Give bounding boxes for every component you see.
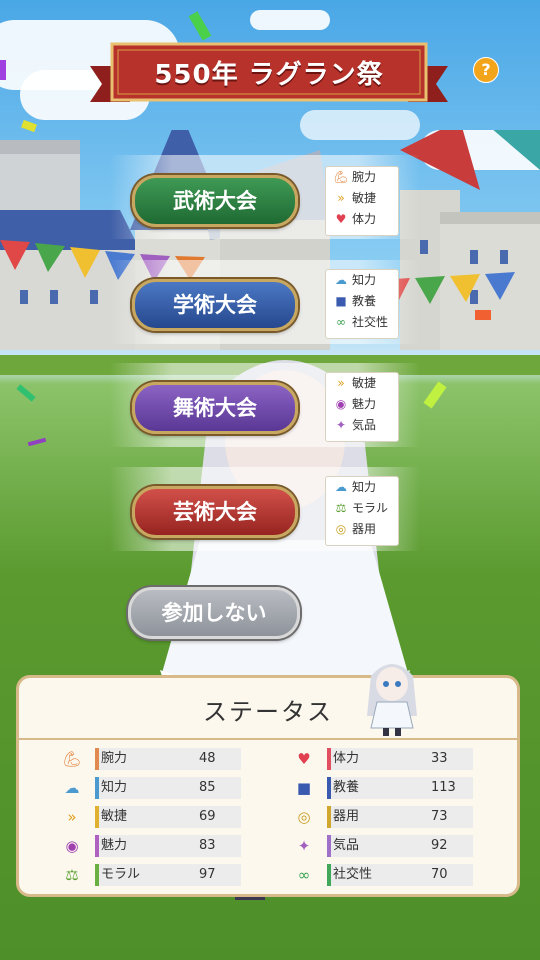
stat-row-strength: 💪︎ 腕力 48 <box>59 745 269 774</box>
art-contest-button[interactable]: 芸術大会 <box>132 486 298 538</box>
stat-label: 社交性 <box>333 867 373 882</box>
stat-value: 33 <box>431 751 448 766</box>
stat-value: 73 <box>431 809 448 824</box>
stat-row-charm: ◉ 魅力 83 <box>59 832 269 861</box>
stat-row-morality: ⚖ モラル 97 <box>59 861 269 890</box>
character-avatar <box>367 664 417 736</box>
scales-icon: ⚖ <box>65 866 79 884</box>
brain-icon: ☁ <box>64 779 80 797</box>
lips-icon: ◉ <box>335 397 347 411</box>
decline-button[interactable]: 参加しない <box>128 587 300 639</box>
attribute-label: 気品 <box>352 418 377 432</box>
heart-icon: ♥ <box>297 750 311 768</box>
stat-label: 体力 <box>333 751 360 766</box>
arm-icon: 💪︎ <box>333 170 349 184</box>
academic-contest-button[interactable]: 学術大会 <box>132 279 298 331</box>
attribute-label: 社交性 <box>352 315 389 329</box>
contest-attributes: ☁ 知力 ⚖ モラル ◎ 器用 <box>325 476 399 546</box>
confetti <box>188 11 212 41</box>
attribute-label: 知力 <box>352 480 377 494</box>
stat-label: 敏捷 <box>101 809 128 824</box>
stat-label: 気品 <box>333 838 360 853</box>
attribute-item: ∞ 社交性 <box>326 312 398 333</box>
page-title: 550年 ラグラン祭 <box>154 60 384 90</box>
stat-value: 48 <box>199 751 216 766</box>
cloud <box>250 10 330 30</box>
attribute-item: ☁ 知力 <box>326 477 398 498</box>
stat-label: モラル <box>101 867 141 882</box>
contest-attributes: 💪︎ 腕力 » 敏捷 ♥ 体力 <box>325 166 399 236</box>
stat-value: 92 <box>431 838 448 853</box>
target-icon: ◎ <box>335 522 347 536</box>
attribute-label: 敏捷 <box>352 376 377 390</box>
status-right-column: ♥ 体力 33 ■ 教養 113 ◎ 器用 73 ✦ 気品 92 ∞ 社交性 7… <box>291 745 501 890</box>
stat-row-intelligence: ☁ 知力 85 <box>59 774 269 803</box>
stat-row-culture: ■ 教養 113 <box>291 774 501 803</box>
attribute-item: » 敏捷 <box>326 373 398 394</box>
dance-contest-button[interactable]: 舞術大会 <box>132 382 298 434</box>
attribute-item: » 敏捷 <box>326 188 398 209</box>
handshake-icon: ∞ <box>297 866 311 884</box>
confetti <box>475 310 491 320</box>
attribute-item: ☁ 知力 <box>326 270 398 291</box>
target-icon: ◎ <box>297 808 311 826</box>
stat-label: 魅力 <box>101 838 128 853</box>
stat-label: 知力 <box>101 780 128 795</box>
attribute-item: ♥ 体力 <box>326 209 398 230</box>
stat-row-sociability: ∞ 社交性 70 <box>291 861 501 890</box>
stat-row-grace: ✦ 気品 92 <box>291 832 501 861</box>
status-left-column: 💪︎ 腕力 48 ☁ 知力 85 » 敏捷 69 ◉ 魅力 83 ⚖ モラル 9 <box>59 745 269 890</box>
attribute-label: 敏捷 <box>352 191 377 205</box>
stat-label: 教養 <box>333 780 360 795</box>
confetti <box>27 437 47 447</box>
attribute-item: ■ 教養 <box>326 291 398 312</box>
attribute-item: ◉ 魅力 <box>326 394 398 415</box>
brain-icon: ☁ <box>335 480 347 494</box>
heart-icon: ♥ <box>335 212 347 226</box>
stat-value: 83 <box>199 838 216 853</box>
sparkle-icon: ✦ <box>297 837 311 855</box>
contest-attributes: ☁ 知力 ■ 教養 ∞ 社交性 <box>325 269 399 339</box>
book-icon: ■ <box>335 294 347 308</box>
agility-icon: » <box>67 808 77 826</box>
status-title: ステータス <box>203 698 333 726</box>
martial-arts-contest-button[interactable]: 武術大会 <box>132 175 298 227</box>
scales-icon: ⚖ <box>335 501 347 515</box>
agility-icon: » <box>337 191 345 205</box>
contest-attributes: » 敏捷 ◉ 魅力 ✦ 気品 <box>325 372 399 442</box>
lips-icon: ◉ <box>65 837 79 855</box>
stat-value: 97 <box>199 867 216 882</box>
stat-value: 85 <box>199 780 216 795</box>
status-panel: ステータス 💪︎ 腕力 48 ☁ 知力 85 » 敏捷 69 ◉ 魅力 83 ⚖… <box>16 664 520 897</box>
stat-value: 113 <box>431 780 456 795</box>
stat-value: 69 <box>199 809 216 824</box>
attribute-label: 腕力 <box>352 170 377 184</box>
attribute-item: ✦ 気品 <box>326 415 398 436</box>
confetti <box>0 60 6 80</box>
attribute-label: モラル <box>352 501 389 515</box>
confetti <box>16 384 36 402</box>
brain-icon: ☁ <box>335 273 347 287</box>
help-button[interactable]: ? <box>473 57 499 83</box>
attribute-label: 体力 <box>352 212 377 226</box>
attribute-label: 器用 <box>352 522 377 536</box>
handshake-icon: ∞ <box>336 315 346 329</box>
agility-icon: » <box>337 376 345 390</box>
stat-label: 腕力 <box>101 751 128 766</box>
arm-icon: 💪︎ <box>62 750 82 768</box>
attribute-item: ⚖ モラル <box>326 498 398 519</box>
book-icon: ■ <box>296 779 312 797</box>
stat-value: 70 <box>431 867 448 882</box>
attribute-item: 💪︎ 腕力 <box>326 167 398 188</box>
attribute-label: 知力 <box>352 273 377 287</box>
stat-row-dexterity: ◎ 器用 73 <box>291 803 501 832</box>
sparkle-icon: ✦ <box>335 418 347 432</box>
stat-label: 器用 <box>333 809 360 824</box>
status-panel-header: ステータス <box>19 664 517 740</box>
attribute-label: 教養 <box>352 294 377 308</box>
attribute-label: 魅力 <box>352 397 377 411</box>
stat-row-stamina: ♥ 体力 33 <box>291 745 501 774</box>
attribute-item: ◎ 器用 <box>326 519 398 540</box>
stat-row-agility: » 敏捷 69 <box>59 803 269 832</box>
